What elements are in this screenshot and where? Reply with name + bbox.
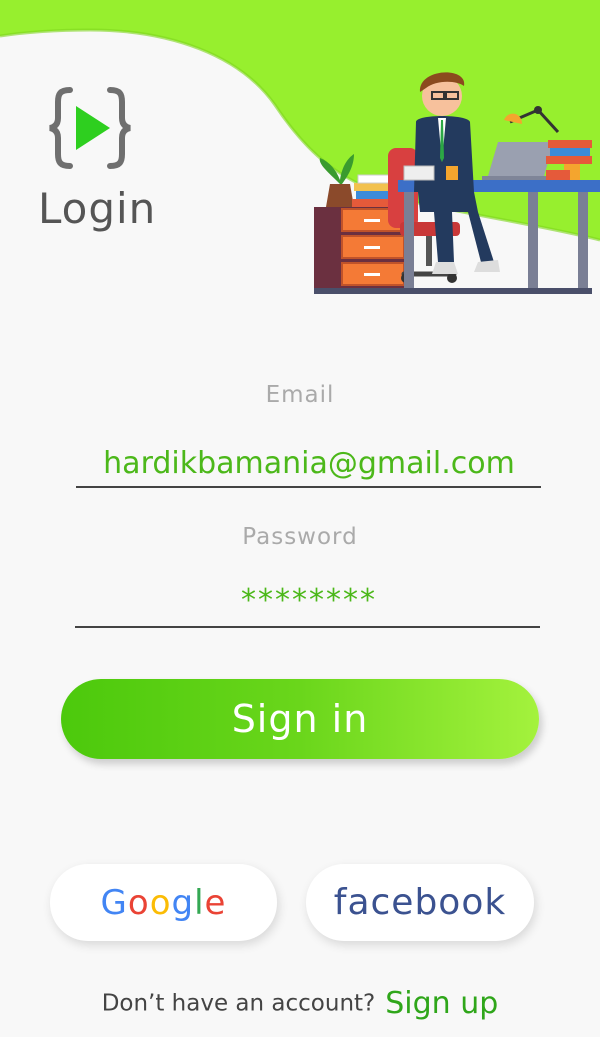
google-wordmark: Google <box>101 883 227 923</box>
google-letter: o <box>127 882 150 923</box>
facebook-wordmark: facebook <box>333 882 507 923</box>
google-letter: e <box>204 882 227 923</box>
password-label: Password <box>242 524 358 550</box>
sign-in-button[interactable]: Sign in <box>61 679 539 759</box>
email-field[interactable] <box>76 441 542 485</box>
facebook-button[interactable]: facebook <box>306 864 534 941</box>
google-button[interactable]: Google <box>50 864 277 941</box>
signup-prompt: Don’t have an account? <box>101 990 376 1017</box>
google-letter: G <box>100 882 128 923</box>
email-label: Email <box>265 382 335 408</box>
google-letter: o <box>149 882 172 923</box>
password-field[interactable] <box>76 578 542 622</box>
password-underline <box>75 626 540 628</box>
signup-footer: Don’t have an account? Sign up <box>0 986 600 1021</box>
code-play-icon <box>49 87 131 169</box>
google-letter: l <box>194 882 205 923</box>
email-underline <box>76 486 541 488</box>
sign-up-link[interactable]: Sign up <box>385 986 498 1021</box>
page-title: Login <box>38 184 157 233</box>
office-worker-illustration <box>314 72 600 294</box>
google-letter: g <box>171 882 195 923</box>
app-logo <box>48 86 132 170</box>
